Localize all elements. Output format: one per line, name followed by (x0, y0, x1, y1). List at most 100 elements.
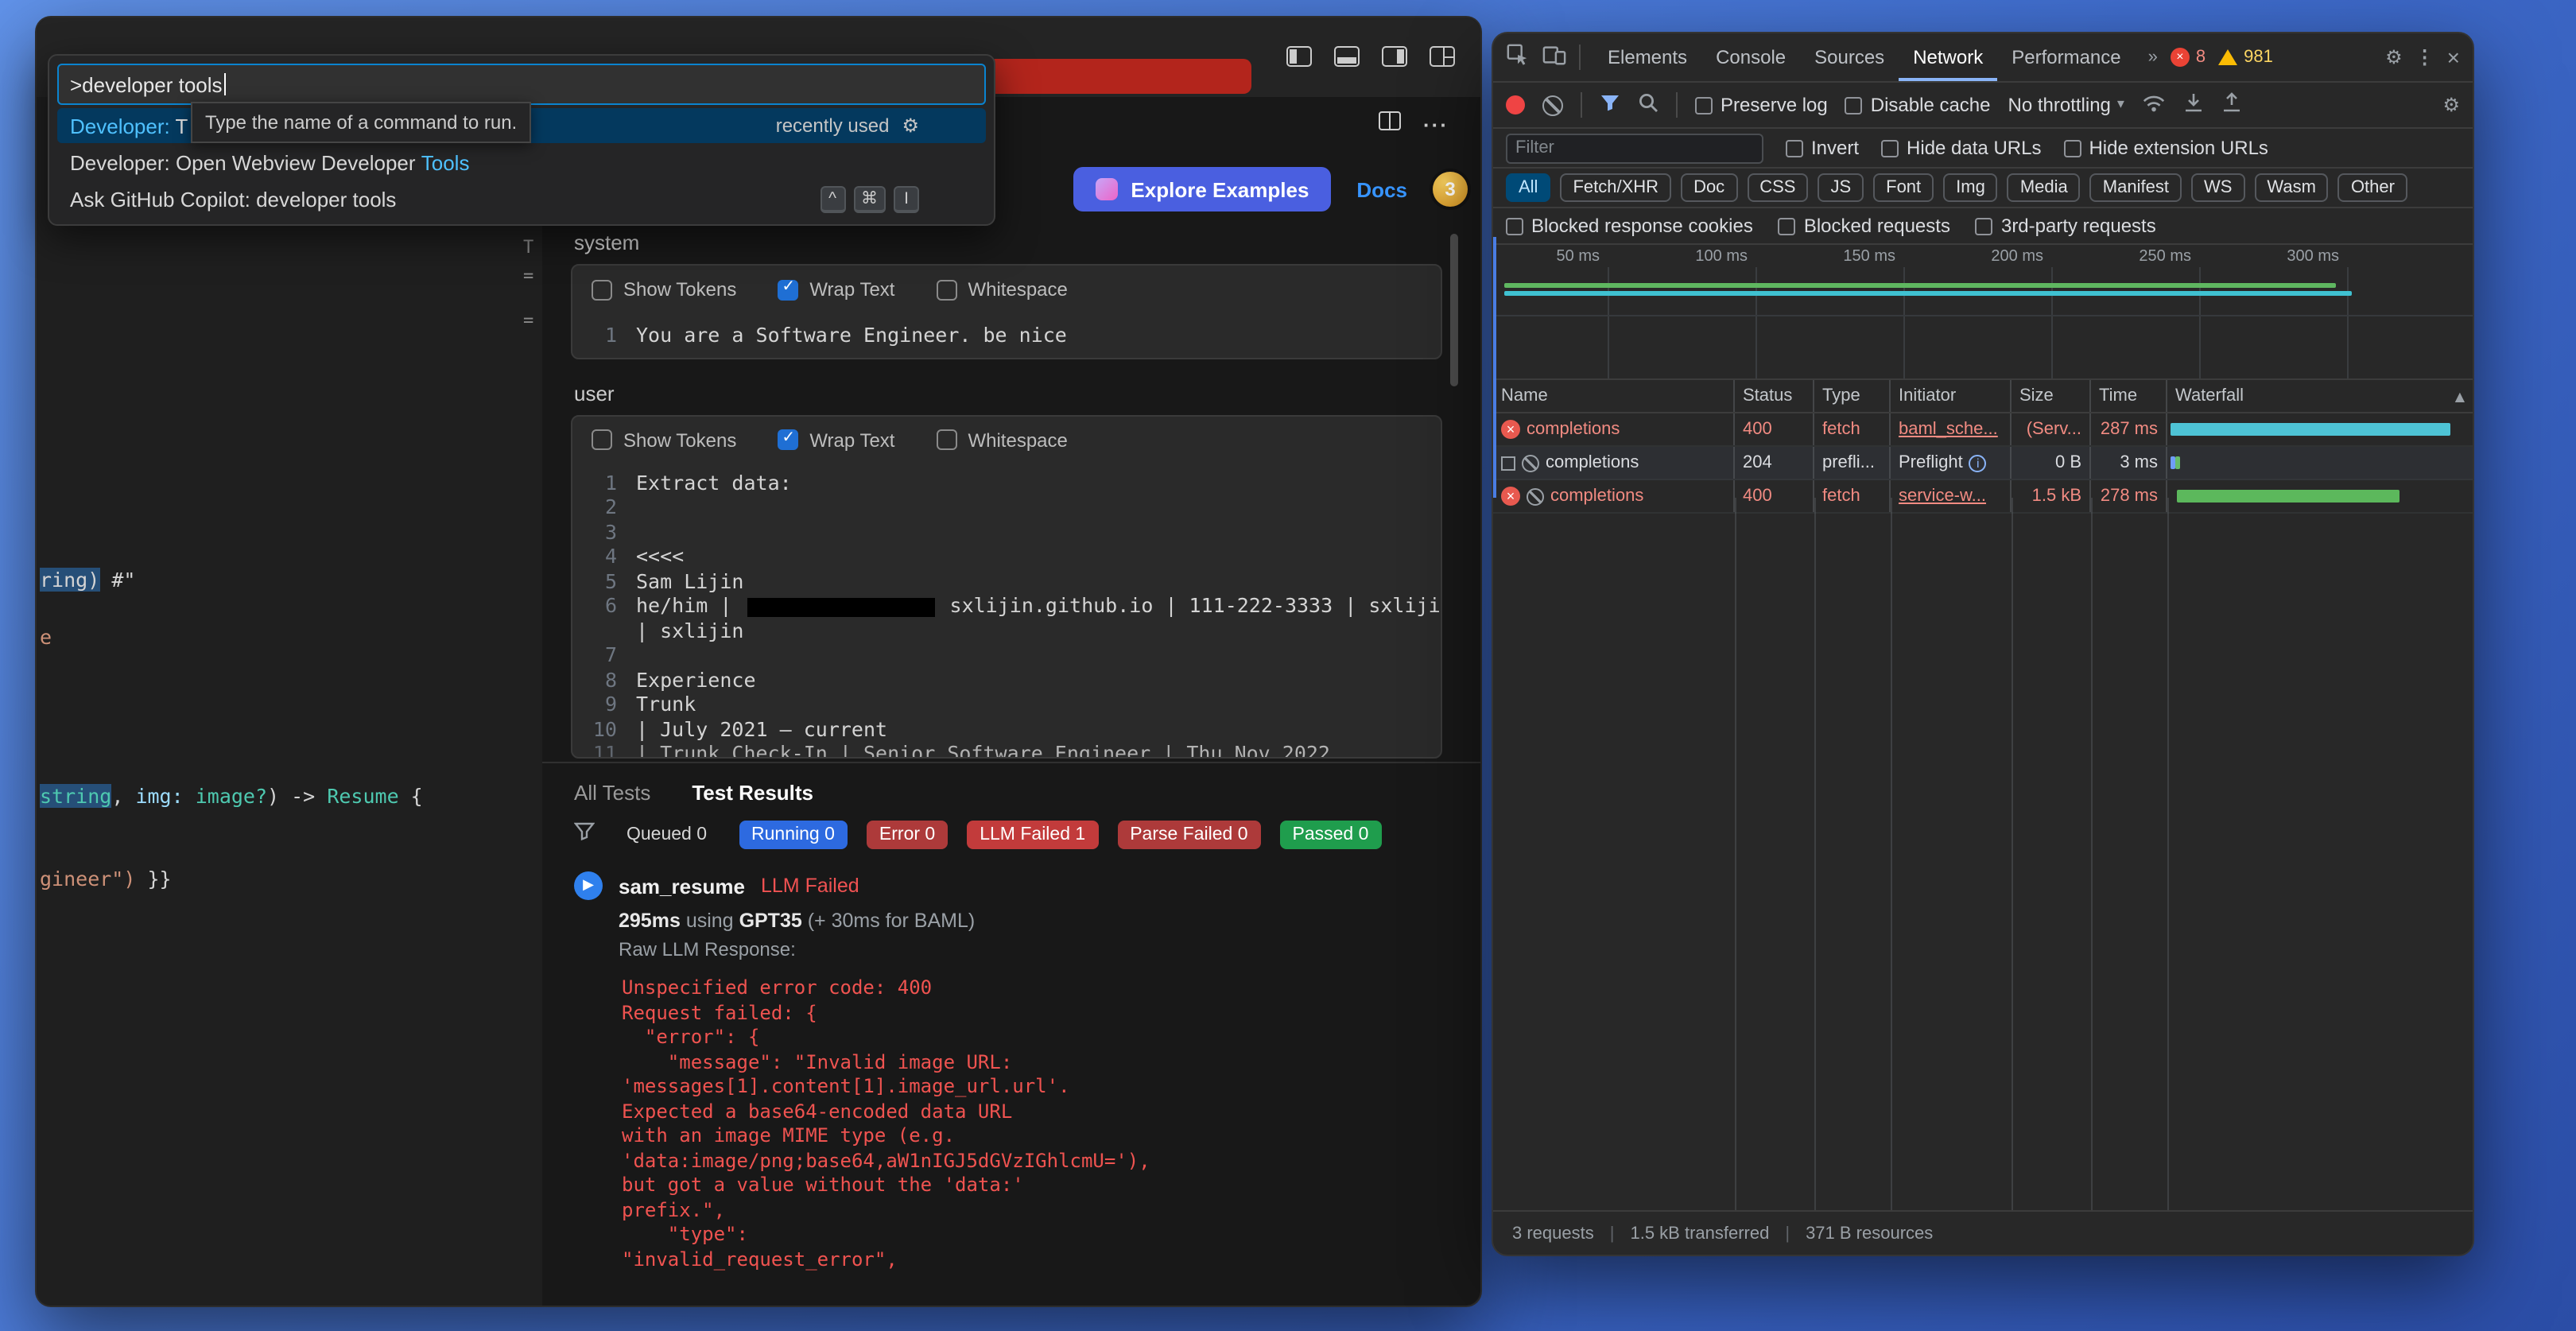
network-conditions-icon[interactable] (2142, 93, 2166, 117)
type-filter-js[interactable]: JS (1818, 173, 1864, 202)
code-editor-pane[interactable]: ring) #"estring, img: image?) -> Resume … (37, 97, 542, 1306)
column-header-initiator[interactable]: Initiator (1891, 380, 2012, 412)
type-filter-img[interactable]: Img (1943, 173, 1998, 202)
explore-examples-button[interactable]: Explore Examples (1073, 167, 1331, 211)
palette-item-ask-copilot[interactable]: Ask GitHub Copilot: developer tools ^ ⌘ … (57, 181, 986, 216)
column-header-size[interactable]: Size (2012, 380, 2091, 412)
devtools-tab-console[interactable]: Console (1701, 33, 1800, 81)
layout-sidebar-left-icon[interactable] (1286, 46, 1312, 67)
test-chip-running-0[interactable]: Running 0 (739, 821, 848, 849)
toggle-show-tokens[interactable]: Show Tokens (592, 278, 736, 301)
checkbox-icon[interactable] (778, 429, 798, 450)
clear-icon[interactable] (1542, 95, 1563, 115)
match-text: Tools (421, 150, 470, 174)
toggle-whitespace[interactable]: Whitespace (936, 278, 1067, 301)
network-request-row[interactable]: ×completions400fetchservice-w...1.5 kB27… (1493, 480, 2473, 514)
checkbox-icon[interactable] (592, 279, 612, 300)
toggle-whitespace[interactable]: Whitespace (936, 429, 1067, 451)
type-filter-font[interactable]: Font (1873, 173, 1934, 202)
console-warning-badge[interactable]: 981 (2218, 48, 2273, 67)
checkbox-icon[interactable] (936, 279, 956, 300)
devtools-tab-sources[interactable]: Sources (1800, 33, 1899, 81)
initiator-link[interactable]: service-w... (1899, 487, 1986, 506)
close-icon[interactable]: × (2447, 45, 2460, 70)
tab-all-tests[interactable]: All Tests (574, 780, 650, 804)
type-filter-css[interactable]: CSS (1747, 173, 1808, 202)
console-error-badge[interactable]: ×8 (2171, 48, 2206, 67)
layout-panel-icon[interactable] (1334, 46, 1360, 67)
toggle-wrap-text[interactable]: Wrap Text (778, 429, 894, 451)
test-chip-error-0[interactable]: Error 0 (867, 821, 948, 849)
gear-icon[interactable]: ⚙ (902, 114, 919, 137)
notification-badge[interactable]: 3 (1433, 172, 1468, 207)
checkbox-icon[interactable] (936, 429, 956, 450)
initiator-link[interactable]: baml_sche... (1899, 420, 1998, 439)
hide-extension-urls-checkbox[interactable]: Hide extension URLs (2063, 137, 2268, 159)
blocked-response-cookies-checkbox[interactable]: Blocked response cookies (1506, 215, 1753, 237)
code-text: Sam Lijin (636, 568, 743, 593)
record-icon[interactable] (1506, 95, 1525, 114)
network-request-row[interactable]: ×completions400fetchbaml_sche...(Serv...… (1493, 413, 2473, 447)
network-settings-gear-icon[interactable]: ⚙ (2442, 94, 2460, 116)
palette-item-open-webview-devtools[interactable]: Developer: Open Webview Developer Tools (57, 145, 986, 180)
column-label: Waterfall (2175, 386, 2244, 406)
settings-gear-icon[interactable]: ⚙ (2385, 46, 2403, 68)
command-input[interactable]: >developer tools (57, 64, 986, 105)
column-header-type[interactable]: Type (1814, 380, 1891, 412)
type-filter-fetch-xhr[interactable]: Fetch/XHR (1560, 173, 1671, 202)
tab-test-results[interactable]: Test Results (692, 780, 813, 804)
device-toolbar-icon[interactable] (1542, 43, 1566, 72)
code-line: 1You are a Software Engineer. be nice (582, 323, 1425, 347)
toggle-show-tokens[interactable]: Show Tokens (592, 429, 736, 451)
type-filter-manifest[interactable]: Manifest (2090, 173, 2182, 202)
split-editor-icon[interactable] (1379, 110, 1401, 138)
devtools-tab-performance[interactable]: Performance (1997, 33, 2135, 81)
preserve-log-checkbox[interactable]: Preserve log (1695, 94, 1828, 116)
filter-toggle-icon[interactable] (1600, 92, 1620, 118)
test-chip-parse-failed-0[interactable]: Parse Failed 0 (1117, 821, 1260, 849)
customize-layout-icon[interactable] (1430, 46, 1455, 67)
filter-icon[interactable] (574, 821, 595, 849)
palette-tooltip: Type the name of a command to run. (191, 102, 531, 143)
invert-checkbox[interactable]: Invert (1786, 137, 1859, 159)
run-test-button[interactable]: ▶ (574, 871, 603, 900)
blocked-requests-checkbox[interactable]: Blocked requests (1779, 215, 1950, 237)
inspect-element-icon[interactable] (1506, 43, 1530, 72)
test-duration: 295ms (619, 910, 681, 932)
disable-cache-checkbox[interactable]: Disable cache (1845, 94, 1991, 116)
devtools-tab-elements[interactable]: Elements (1593, 33, 1701, 81)
type-filter-doc[interactable]: Doc (1681, 173, 1737, 202)
network-filter-input[interactable] (1506, 133, 1763, 163)
test-chip-queued-0[interactable]: Queued 0 (614, 821, 720, 849)
type-filter-all[interactable]: All (1506, 173, 1550, 202)
type-filter-wasm[interactable]: Wasm (2254, 173, 2329, 202)
column-header-status[interactable]: Status (1735, 380, 1814, 412)
more-actions-icon[interactable]: ··· (1423, 112, 1449, 136)
test-chip-llm-failed-1[interactable]: LLM Failed 1 (967, 821, 1098, 849)
column-header-name[interactable]: Name (1493, 380, 1735, 412)
devtools-tab-network[interactable]: Network (1899, 33, 1997, 81)
layout-sidebar-right-icon[interactable] (1382, 46, 1407, 67)
3rd-party-requests-checkbox[interactable]: 3rd-party requests (1976, 215, 2156, 237)
type-filter-media[interactable]: Media (2008, 173, 2081, 202)
column-header-waterfall[interactable]: Waterfall▲ (2167, 380, 2473, 412)
test-chip-passed-0[interactable]: Passed 0 (1280, 821, 1382, 849)
type-filter-ws[interactable]: WS (2191, 173, 2244, 202)
network-overview-timeline[interactable]: 50 ms100 ms150 ms200 ms250 ms300 ms (1493, 245, 2473, 380)
search-icon[interactable] (1638, 92, 1658, 118)
export-har-icon[interactable] (2221, 92, 2242, 118)
network-request-row[interactable]: completions204prefli...Preflighti0 B3 ms (1493, 447, 2473, 480)
toggle-wrap-text[interactable]: Wrap Text (778, 278, 894, 301)
import-har-icon[interactable] (2183, 92, 2204, 118)
hide-data-urls-checkbox[interactable]: Hide data URLs (1881, 137, 2041, 159)
checkbox-icon[interactable] (592, 429, 612, 450)
throttling-dropdown[interactable]: No throttling▾ (2008, 94, 2124, 116)
info-icon[interactable]: i (1969, 454, 1987, 471)
kebab-menu-icon[interactable]: ⋮ (2415, 46, 2434, 68)
more-tabs-icon[interactable]: » (2148, 48, 2158, 67)
column-header-time[interactable]: Time (2091, 380, 2167, 412)
prompt-scrollbar[interactable] (1450, 234, 1458, 386)
docs-link[interactable]: Docs (1356, 177, 1407, 201)
type-filter-other[interactable]: Other (2338, 173, 2407, 202)
checkbox-icon[interactable] (778, 279, 798, 300)
